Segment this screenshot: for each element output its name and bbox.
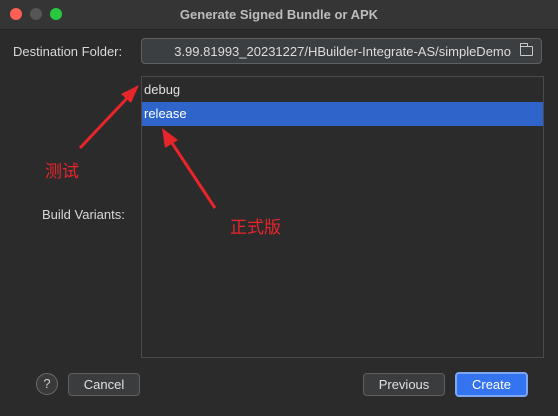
annotation-test-label: 测试 bbox=[45, 162, 79, 181]
create-button[interactable]: Create bbox=[455, 372, 528, 397]
arrow-to-debug bbox=[78, 92, 133, 150]
previous-button[interactable]: Previous bbox=[363, 373, 445, 396]
annotation-formal-label: 正式版 bbox=[230, 218, 281, 237]
arrow-to-release bbox=[168, 139, 217, 209]
annotation-arrows bbox=[78, 85, 217, 209]
help-button[interactable]: ? bbox=[36, 373, 58, 395]
arrow-to-release-head bbox=[162, 128, 178, 148]
cancel-button[interactable]: Cancel bbox=[68, 373, 140, 396]
